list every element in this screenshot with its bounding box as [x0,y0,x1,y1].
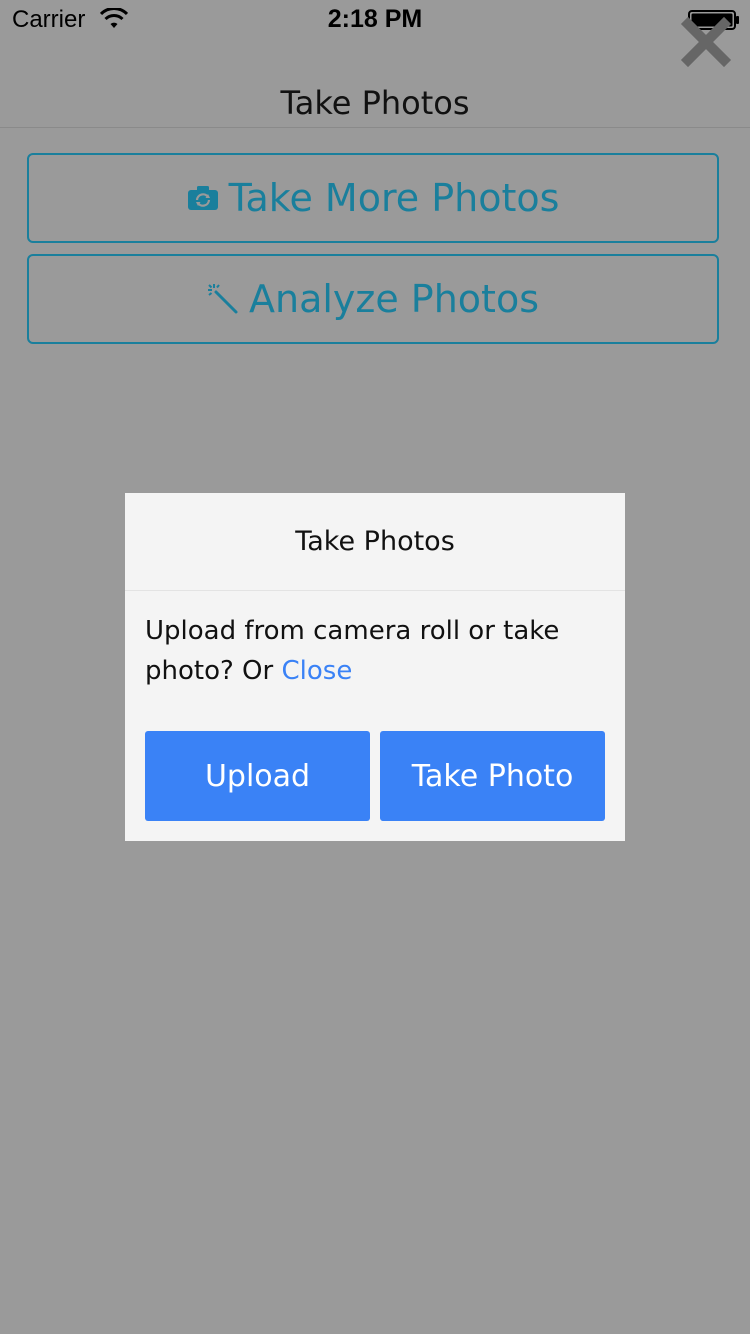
take-photo-button[interactable]: Take Photo [380,731,605,821]
analyze-photos-button[interactable]: Analyze Photos [27,254,719,344]
analyze-photos-label: Analyze Photos [248,277,539,321]
close-link[interactable]: Close [281,656,352,686]
dialog-message: Upload from camera roll or take photo? O… [145,611,605,691]
dialog-title: Take Photos [125,493,625,591]
close-icon[interactable] [680,16,732,68]
magic-wand-icon [207,284,238,314]
header: Take Photos [0,40,750,128]
photo-source-dialog: Take Photos Upload from camera roll or t… [125,493,625,841]
status-time: 2:18 PM [327,5,423,33]
status-bar: Carrier 2:18 PM [0,0,750,40]
take-more-photos-button[interactable]: Take More Photos [27,153,719,243]
camera-icon [187,186,218,210]
upload-button[interactable]: Upload [145,731,370,821]
page-title: Take Photos [280,84,470,122]
take-more-photos-label: Take More Photos [228,176,560,220]
